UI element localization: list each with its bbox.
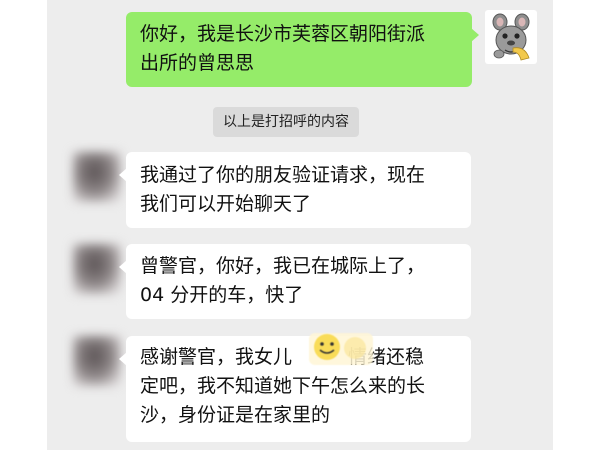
cartoon-mouse-icon <box>492 13 530 61</box>
message-line: 04 分开的车，快了 <box>140 284 304 306</box>
message-line: 我们可以开始聊天了 <box>140 193 312 215</box>
message-line: 你好，我是长沙市芙蓉区朝阳街派 <box>140 23 426 45</box>
contact-avatar[interactable] <box>73 152 121 202</box>
incoming-message-bubble[interactable]: 我通过了你的朋友验证请求，现在 我们可以开始聊天了 <box>119 152 471 228</box>
message-line: 定吧，我不知道她下午怎么来的长 <box>140 375 426 397</box>
message-line: 曾警官，你好，我已在城际上了， <box>140 255 426 277</box>
incoming-message-bubble[interactable]: 曾警官，你好，我已在城际上了， 04 分开的车，快了 <box>119 244 471 319</box>
contact-avatar[interactable] <box>73 336 121 386</box>
smiley-face-icon <box>309 333 373 365</box>
outgoing-message-bubble[interactable]: 你好，我是长沙市芙蓉区朝阳街派 出所的曾思思 <box>126 12 479 87</box>
contact-avatar[interactable] <box>73 244 121 294</box>
system-notice: 以上是打招呼的内容 <box>213 107 359 137</box>
message-line: 感谢警官，我女儿 情绪还稳 <box>140 343 471 372</box>
message-line: 沙，身份证是在家里的 <box>140 404 331 426</box>
self-avatar[interactable] <box>485 10 537 64</box>
incoming-message-bubble[interactable]: 感谢警官，我女儿 情绪还稳 定吧，我不知道她下午怎么来的长 沙，身份证是在家里的 <box>119 336 471 442</box>
chat-panel: 你好，我是长沙市芙蓉区朝阳街派 出所的曾思思 以上是打招呼的内容 我通过了你的朋… <box>47 0 553 450</box>
message-line: 出所的曾思思 <box>140 52 255 74</box>
message-fragment: 感谢警官，我女儿 <box>140 346 293 368</box>
message-line: 我通过了你的朋友验证请求，现在 <box>140 164 426 186</box>
